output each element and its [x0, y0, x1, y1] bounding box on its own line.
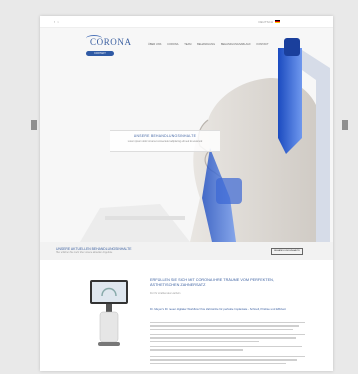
- german-flag-icon[interactable]: [275, 20, 280, 23]
- main-heading: ERFÜLLEN SIE SICH MIT CORONA IHRE TRÄUME…: [150, 278, 274, 287]
- body-paragraph: [150, 322, 305, 332]
- hero-box-text: Lorem ipsum dolor sit amet consectetur a…: [127, 140, 203, 143]
- offers-strip: UNSERE AKTUELLEN BEHANDLUNGSINHALTE Hier…: [40, 242, 333, 260]
- offers-text: Hier erfahren Sie mehr über unsere aktue…: [56, 252, 113, 254]
- hero-info-box: UNSERE BEHANDLUNGSINHALTE Lorem ipsum do…: [110, 130, 220, 152]
- scanner-product-image: [90, 280, 128, 346]
- contact-cta-button[interactable]: KONTAKT: [86, 51, 114, 56]
- offers-title: UNSERE AKTUELLEN BEHANDLUNGSINHALTE: [56, 247, 132, 251]
- body-paragraph: [150, 346, 305, 353]
- slider-next-arrow[interactable]: [342, 120, 348, 130]
- language-selector[interactable]: DEUTSCH: [258, 20, 273, 24]
- offers-button[interactable]: BEHANDLUNGSINHALTE: [271, 248, 303, 255]
- site-logo[interactable]: CORONA: [86, 35, 132, 47]
- main-nav: ÜBER UNS CORONA TEAM BEHANDLUNG BEHANDLU…: [148, 43, 274, 46]
- nav-item-behandlung[interactable]: BEHANDLUNG: [197, 43, 215, 46]
- logo-swoosh-icon: [86, 35, 102, 42]
- top-bar: f t DEUTSCH: [40, 16, 333, 28]
- website-page: f t DEUTSCH CORONA KONTAKT ÜBER UNS CORO…: [40, 16, 333, 371]
- main-subtitle: Für Ihr strahlendes Lächeln: [150, 292, 181, 295]
- nav-item-ablauf[interactable]: BEHANDLUNGSABLAUF: [221, 43, 251, 46]
- nav-item-ueber-uns[interactable]: ÜBER UNS: [148, 43, 161, 46]
- hero-box-title: UNSERE BEHANDLUNGSINHALTE: [133, 134, 197, 138]
- section-subheading: Dr. Meyer's Ihr neuer digitaler Workflow…: [150, 307, 286, 311]
- nav-item-corona[interactable]: CORONA: [167, 43, 178, 46]
- slider-prev-arrow[interactable]: [31, 120, 37, 130]
- social-links[interactable]: f t: [54, 20, 60, 24]
- body-paragraph: [150, 356, 305, 366]
- nav-item-kontakt[interactable]: KONTAKT: [257, 43, 269, 46]
- nav-item-team[interactable]: TEAM: [184, 43, 191, 46]
- body-paragraph: [150, 334, 305, 344]
